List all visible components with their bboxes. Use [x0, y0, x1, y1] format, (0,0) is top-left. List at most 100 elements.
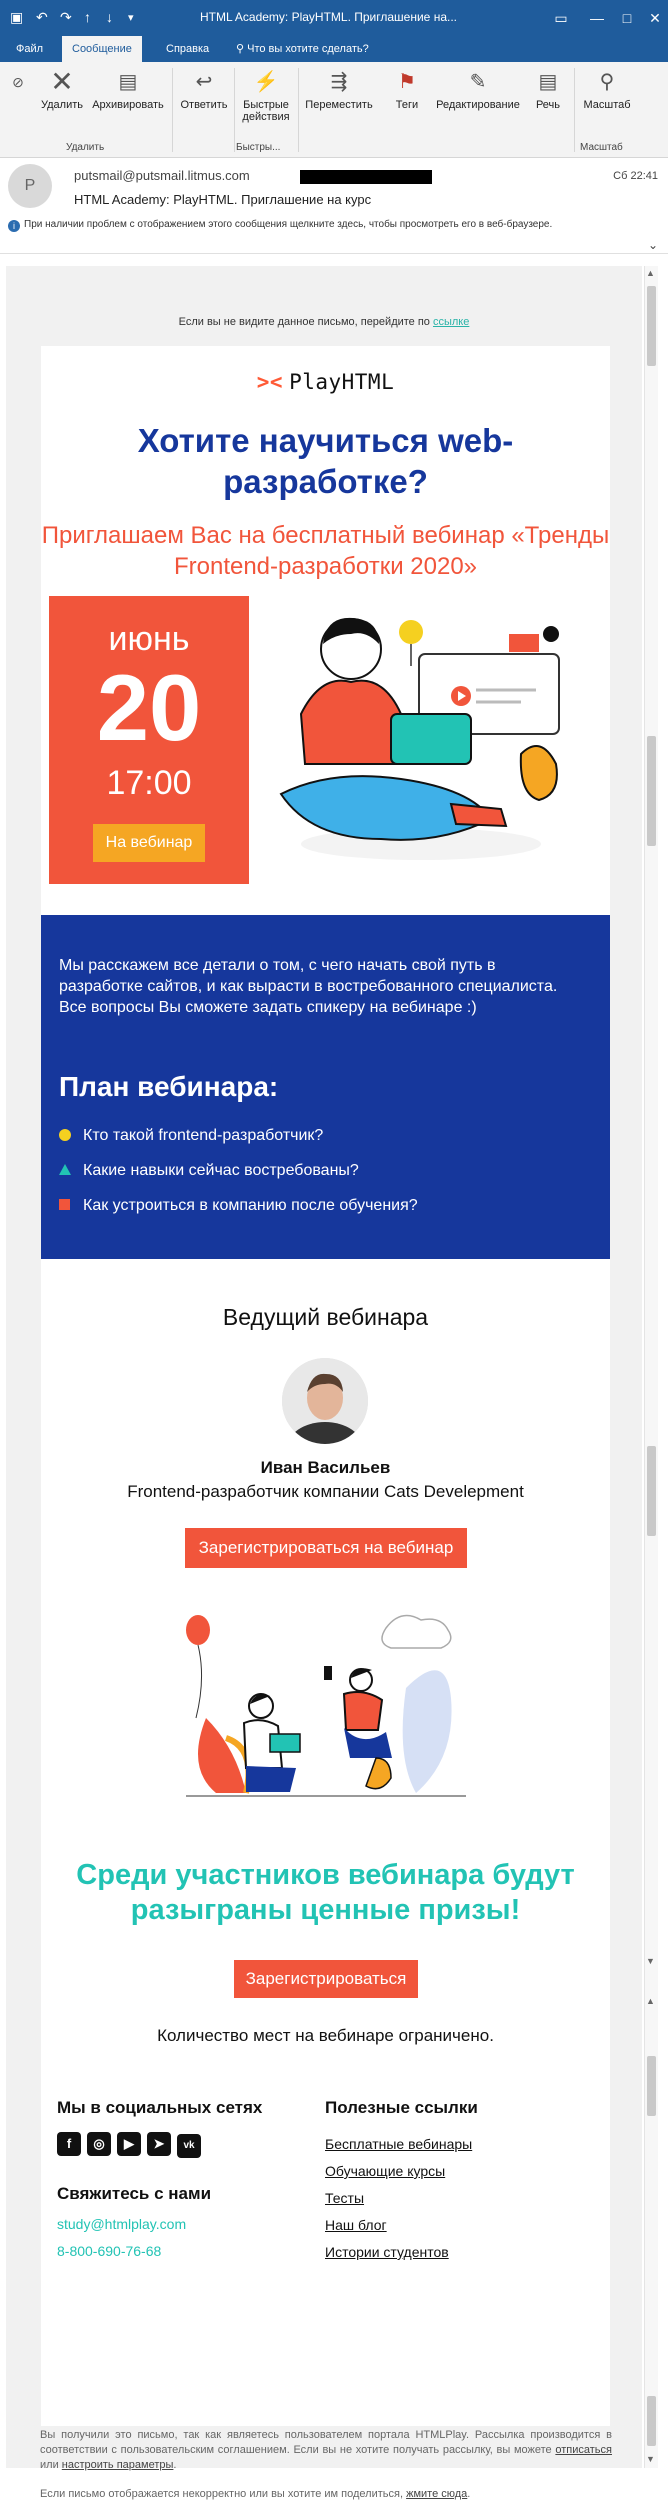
link-tests[interactable]: Тесты — [325, 2190, 472, 2217]
link-blog[interactable]: Наш блог — [325, 2217, 472, 2244]
link-free-webinars[interactable]: Бесплатные вебинары — [325, 2136, 472, 2163]
unsubscribe-link[interactable]: отписаться — [555, 2444, 612, 2456]
prize-text: Среди участников вебинара будут разыгран… — [76, 1859, 575, 1926]
collapse-header-icon[interactable]: ⌄ — [648, 238, 658, 252]
message-header: P putsmail@putsmail.litmus.com Сб 22:41 … — [0, 158, 668, 254]
speaker-name: Иван Васильев — [260, 1458, 391, 1477]
scroll-thumb[interactable] — [647, 1446, 656, 1536]
move-button[interactable]: ⇶ Переместить — [300, 68, 378, 111]
footer-notice-text: Вы получили это письмо, так как являетес… — [40, 2429, 612, 2456]
editing-button[interactable]: ✎ Редактирование — [430, 68, 526, 111]
plan-item: Какие навыки сейчас востребованы? — [59, 1162, 418, 1197]
logo-text: PlayHTML — [289, 370, 395, 394]
date-time: 17:00 — [106, 764, 192, 802]
subheadline: Приглашаем Вас на бесплатный вебинар «Тр… — [41, 522, 610, 580]
scroll-up-icon[interactable]: ▲ — [646, 1996, 655, 2006]
contact-phone[interactable]: 8-800-690-76-68 — [57, 2243, 161, 2259]
facebook-icon[interactable]: f — [57, 2132, 81, 2156]
red-square-icon — [59, 1199, 70, 1210]
up-arrow-icon[interactable]: ↑ — [84, 9, 91, 25]
tell-me-search[interactable]: ⚲ Что вы хотите сделать? — [226, 36, 379, 62]
social-title: Мы в социальных сетях — [57, 2098, 263, 2117]
ribbon-separator — [234, 68, 235, 152]
share-link[interactable]: жмите сюда — [406, 2488, 467, 2500]
contact-title: Свяжитесь с нами — [57, 2184, 212, 2203]
instagram-icon[interactable]: ◎ — [87, 2132, 111, 2156]
speech-label: Речь — [535, 99, 561, 111]
scroll-thumb[interactable] — [647, 736, 656, 846]
ribbon-display-icon[interactable]: ▭ — [546, 6, 576, 30]
avatar: P — [8, 164, 52, 208]
archive-button[interactable]: ▤ Архивировать — [86, 68, 170, 111]
scroll-down-icon[interactable]: ▼ — [646, 1956, 655, 1966]
logo[interactable]: >< PlayHTML — [41, 370, 610, 394]
register-webinar-button[interactable]: Зарегистрироваться на вебинар — [185, 1528, 467, 1568]
links-title: Полезные ссылки — [325, 2098, 478, 2117]
scroll-thumb[interactable] — [647, 2396, 656, 2446]
speaker-title: Ведущий вебинара — [222, 1304, 429, 1330]
to-webinar-button[interactable]: На вебинар — [93, 824, 205, 862]
ignore-icon: ⊘ — [12, 74, 24, 90]
youtube-icon[interactable]: ▶ — [117, 2132, 141, 2156]
move-icon: ⇶ — [330, 71, 348, 93]
email-body: Если вы не видите данное письмо, перейди… — [6, 266, 642, 2500]
reply-label: Ответить — [180, 99, 228, 111]
redo-icon[interactable]: ↷ — [60, 9, 72, 26]
quick-steps-button[interactable]: ⚡ Быстрые действия — [236, 68, 296, 123]
reply-button[interactable]: ↩ Ответить — [174, 68, 234, 111]
speech-icon: ▤ — [538, 71, 558, 93]
delete-button[interactable]: ✕ Удалить — [34, 66, 90, 112]
tab-message[interactable]: Сообщение — [62, 36, 142, 62]
scroll-up-icon[interactable]: ▲ — [646, 268, 655, 278]
vk-icon[interactable]: vk — [177, 2134, 201, 2158]
useful-links: Бесплатные вебинары Обучающие курсы Тест… — [325, 2136, 472, 2271]
preheader: Если вы не видите данное письмо, перейди… — [6, 316, 642, 328]
plan-section: Мы расскажем все детали о том, с чего на… — [41, 915, 610, 1259]
reply-icon: ↩ — [195, 71, 213, 93]
editing-label: Редактирование — [436, 99, 520, 111]
customize-toolbar-icon[interactable]: ▾ — [128, 11, 134, 24]
ignore-button[interactable]: ⊘ — [4, 68, 32, 99]
link-courses[interactable]: Обучающие курсы — [325, 2163, 472, 2190]
tell-me-label: Что вы хотите сделать? — [247, 43, 369, 55]
speaker-photo — [282, 1358, 368, 1444]
scroll-thumb[interactable] — [647, 286, 656, 366]
down-arrow-icon[interactable]: ↓ — [106, 9, 113, 25]
intro-text: Мы расскажем все детали о том, с чего на… — [59, 957, 558, 1016]
vertical-scrollbar[interactable]: ▲ ▼ ▲ ▼ — [644, 266, 658, 2468]
plan-item: Кто такой frontend-разработчик? — [59, 1127, 418, 1162]
window-title: HTML Academy: PlayHTML. Приглашение на..… — [200, 10, 457, 24]
group-quick: Быстры... — [236, 142, 281, 153]
speech-button[interactable]: ▤ Речь — [524, 68, 572, 111]
tags-button[interactable]: ⚑ Теги — [382, 68, 432, 111]
tab-help[interactable]: Справка — [156, 36, 219, 62]
plan-title: План вебинара: — [59, 1071, 279, 1102]
save-icon[interactable]: ▣ — [10, 9, 23, 26]
ribbon-separator — [172, 68, 173, 152]
people-illustration — [186, 1614, 466, 1797]
info-bar[interactable]: i При наличии проблем с отображением этог… — [8, 218, 588, 232]
maximize-button[interactable]: □ — [612, 6, 642, 30]
move-label: Переместить — [305, 99, 373, 111]
delete-icon: ✕ — [50, 66, 74, 97]
ribbon: ⊘ ✕ Удалить ▤ Архивировать ↩ Ответить ⚡ Быст… — [0, 62, 668, 158]
telegram-icon[interactable]: ➤ — [147, 2132, 171, 2156]
undo-icon[interactable]: ↶ — [36, 9, 48, 26]
teal-triangle-icon — [59, 1164, 71, 1175]
contact-email[interactable]: study@htmlplay.com — [57, 2216, 186, 2232]
zoom-button[interactable]: ⚲ Масштаб — [576, 68, 638, 111]
social-icons: f ◎ ▶ ➤ vk — [57, 2132, 207, 2158]
plan-item-text: Какие навыки сейчас востребованы? — [83, 1162, 359, 1179]
settings-link[interactable]: настроить параметры — [62, 2459, 174, 2471]
minimize-button[interactable]: — — [582, 6, 612, 30]
footer-notice: Вы получили это письмо, так как являетес… — [40, 2429, 612, 2471]
register-button[interactable]: Зарегистрироваться — [234, 1960, 418, 1998]
preheader-link[interactable]: ссылке — [433, 316, 469, 328]
scroll-down-icon[interactable]: ▼ — [646, 2454, 655, 2464]
scroll-thumb[interactable] — [647, 2056, 656, 2116]
tags-label: Теги — [395, 99, 419, 111]
tab-file[interactable]: Файл — [6, 36, 53, 62]
sender-address[interactable]: putsmail@putsmail.litmus.com — [74, 168, 250, 183]
link-student-stories[interactable]: Истории студентов — [325, 2244, 472, 2271]
close-button[interactable]: ✕ — [640, 6, 668, 30]
